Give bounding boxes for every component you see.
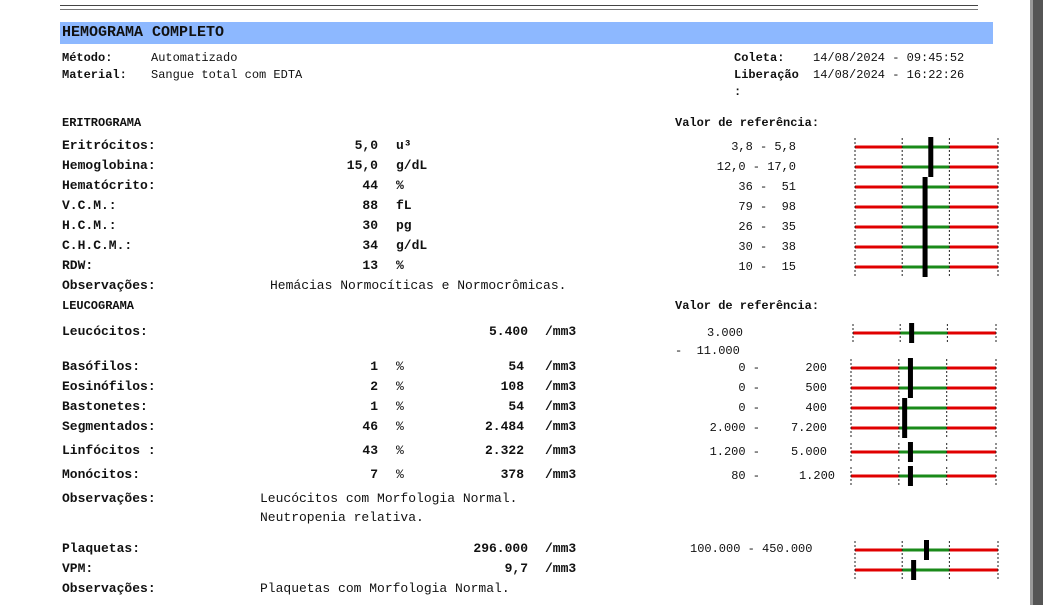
gauge-marker: [928, 157, 934, 177]
leucograma-3-gauge: [850, 418, 997, 438]
gauge-marker: [922, 237, 928, 257]
eritrograma-1-gauge: [854, 157, 999, 177]
vpm-gauge: [854, 560, 999, 580]
gauge-marker: [924, 540, 929, 560]
gauge-marker: [922, 197, 928, 217]
reference-gauges: [850, 137, 999, 580]
leucograma-2-gauge: [850, 398, 997, 418]
leucograma-5-gauge: [850, 466, 997, 486]
gauge-marker: [922, 217, 928, 237]
eritrograma-3-gauge: [854, 197, 999, 217]
plaquetas-gauge: [854, 540, 999, 560]
gauge-marker: [907, 442, 913, 462]
gauge-marker: [907, 378, 913, 398]
gauge-marker: [902, 398, 908, 418]
gauge-marker: [911, 560, 917, 580]
gauge-marker: [922, 257, 928, 277]
gauge-marker: [902, 418, 908, 438]
eritrograma-4-gauge: [854, 217, 999, 237]
gauge-marker: [909, 323, 915, 343]
gauge-marker: [907, 358, 913, 378]
leucocitos-gauge: [852, 323, 997, 343]
eritrograma-2-gauge: [854, 177, 999, 197]
gauge-marker: [928, 137, 934, 157]
leucograma-0-gauge: [850, 358, 997, 378]
leucograma-1-gauge: [850, 378, 997, 398]
eritrograma-0-gauge: [854, 137, 999, 157]
eritrograma-6-gauge: [854, 257, 999, 277]
gauge-marker: [907, 466, 913, 486]
leucograma-4-gauge: [850, 442, 997, 462]
eritrograma-5-gauge: [854, 237, 999, 257]
gauge-marker: [922, 177, 928, 197]
